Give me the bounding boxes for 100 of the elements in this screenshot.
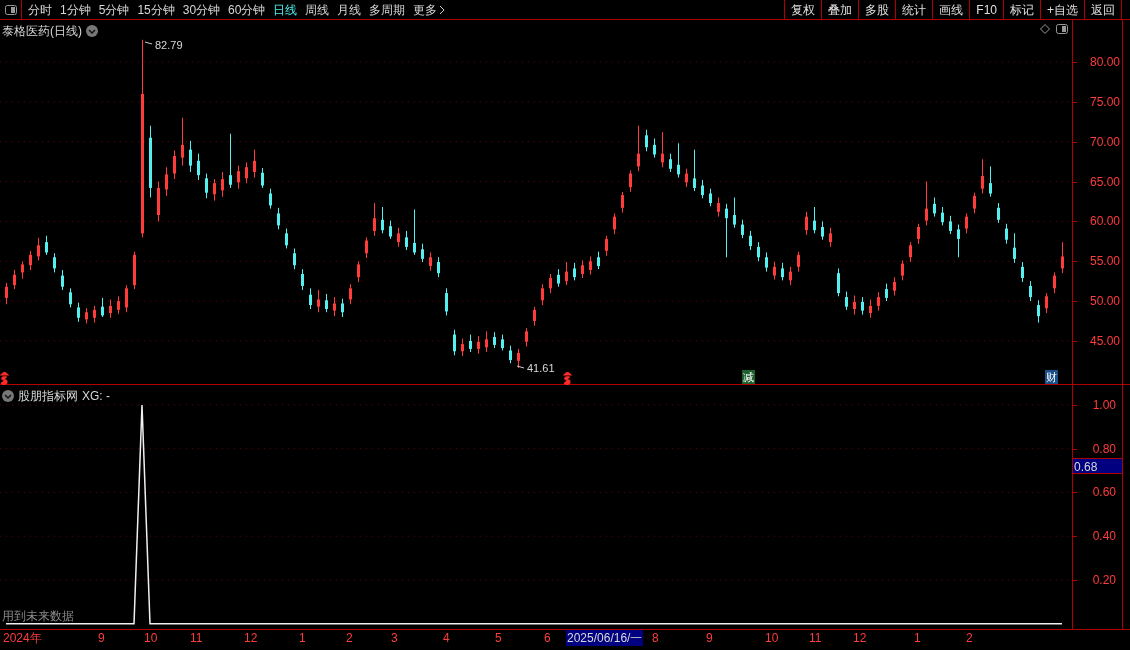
- candlestick: [413, 208, 416, 256]
- candlestick: [37, 237, 40, 261]
- candlestick: [29, 250, 32, 271]
- chevron-down-icon[interactable]: [2, 390, 14, 402]
- period-tab[interactable]: 周线: [305, 0, 330, 19]
- period-tab[interactable]: 日线: [273, 0, 298, 19]
- price-axis-label: 45.00: [1089, 333, 1120, 348]
- current-value-label: 0.68: [1073, 458, 1122, 474]
- candlestick: [181, 117, 184, 167]
- candlestick: [533, 306, 536, 327]
- period-tab[interactable]: 月线: [337, 0, 362, 19]
- chart-title: 泰格医药(日线): [2, 23, 82, 40]
- toolbar-button[interactable]: 返回: [1085, 0, 1122, 19]
- candlestick: [453, 329, 456, 356]
- candlestick: [269, 188, 272, 210]
- candlestick: [109, 298, 112, 319]
- candlestick: [661, 131, 664, 168]
- candlestick: [853, 295, 856, 316]
- period-tab[interactable]: 15分钟: [137, 0, 175, 19]
- candlestick: [701, 179, 704, 199]
- toolbar-button[interactable]: +自选: [1041, 0, 1085, 19]
- candlestick: [445, 287, 448, 316]
- leader-line: [144, 41, 153, 45]
- toolbar-button[interactable]: 画线: [933, 0, 971, 19]
- candlestick: [805, 211, 808, 236]
- candlestick: [229, 133, 232, 189]
- candlestick: [253, 149, 256, 179]
- candlestick: [101, 297, 104, 318]
- candlestick: [933, 196, 936, 218]
- candlestick: [669, 153, 672, 173]
- candlestick: [765, 251, 768, 273]
- candlestick: [349, 283, 352, 305]
- panel-toggle-icon[interactable]: [1056, 24, 1068, 34]
- candlestick: [381, 206, 384, 234]
- toolbar-button[interactable]: 统计: [896, 0, 934, 19]
- toolbar-button[interactable]: F10: [970, 0, 1004, 19]
- time-axis-label: 2: [965, 630, 974, 646]
- candlestick: [317, 289, 320, 313]
- candlestick: [997, 202, 1000, 224]
- candlestick: [293, 247, 296, 270]
- indicator-axis-label: 0.40: [1092, 529, 1116, 544]
- period-tab[interactable]: 分时: [28, 0, 52, 19]
- toolbar-button[interactable]: 复权: [785, 0, 823, 19]
- period-tab[interactable]: 60分钟: [228, 0, 266, 19]
- time-axis-label: 2: [345, 630, 354, 646]
- candlestick: [789, 266, 792, 286]
- time-axis-label: 9: [97, 630, 106, 646]
- period-tab[interactable]: 1分钟: [60, 0, 91, 19]
- toolbar-button[interactable]: 多股: [859, 0, 897, 19]
- candlestick: [1045, 292, 1048, 314]
- signal-icon: [0, 372, 9, 385]
- period-tab[interactable]: 5分钟: [98, 0, 130, 19]
- candlestick: [525, 327, 528, 348]
- candlestick: [69, 287, 72, 308]
- price-axis-label: 75.00: [1089, 94, 1120, 109]
- toolbar-button[interactable]: 叠加: [822, 0, 860, 19]
- candlestick: [549, 273, 552, 294]
- time-axis-label: 12: [243, 630, 259, 646]
- candlestick: [629, 169, 632, 193]
- candlestick: [365, 236, 368, 259]
- time-axis-label: 6: [543, 630, 552, 646]
- chevron-down-icon[interactable]: [86, 25, 98, 37]
- time-axis-label: 2025/06/16/一: [566, 630, 644, 646]
- time-axis-label: 8: [651, 630, 660, 646]
- panel-toggle-icon[interactable]: [4, 4, 17, 15]
- candlestick: [925, 181, 928, 226]
- candlestick: [613, 212, 616, 235]
- candlestick: [645, 129, 648, 152]
- candlestick: [309, 287, 312, 310]
- chevron-right-icon: [439, 4, 446, 15]
- time-axis-label: 4: [442, 630, 451, 646]
- candlestick: [1013, 232, 1016, 264]
- candlestick: [693, 149, 696, 192]
- candlestick: [1053, 271, 1056, 294]
- candlestick: [333, 296, 336, 317]
- candlestick: [837, 267, 840, 297]
- candlestick: [965, 212, 968, 234]
- candlestick: [621, 191, 624, 214]
- event-badge[interactable]: 减: [742, 370, 755, 384]
- candlestick: [949, 215, 952, 235]
- candlestick: [165, 166, 168, 197]
- candlestick: [677, 142, 680, 179]
- period-tab[interactable]: 多周期: [369, 0, 406, 19]
- time-axis-label: 12: [852, 630, 868, 646]
- candlestick: [1061, 241, 1064, 274]
- candlestick: [357, 260, 360, 283]
- event-badge[interactable]: 财: [1045, 370, 1058, 384]
- candlestick: [869, 298, 872, 319]
- diamond-icon[interactable]: [1040, 24, 1050, 34]
- candlestick: [389, 220, 392, 240]
- toolbar-button[interactable]: 标记: [1004, 0, 1041, 19]
- time-axis-label: 11: [189, 630, 204, 646]
- candlestick: [725, 203, 728, 258]
- signal-icon: [563, 372, 572, 385]
- candlestick: [1005, 223, 1008, 245]
- period-tab[interactable]: 更多: [413, 0, 446, 19]
- candlestick: [197, 153, 200, 181]
- candlestick: [901, 259, 904, 281]
- price-axis-label: 50.00: [1089, 294, 1120, 309]
- period-tab[interactable]: 30分钟: [182, 0, 221, 19]
